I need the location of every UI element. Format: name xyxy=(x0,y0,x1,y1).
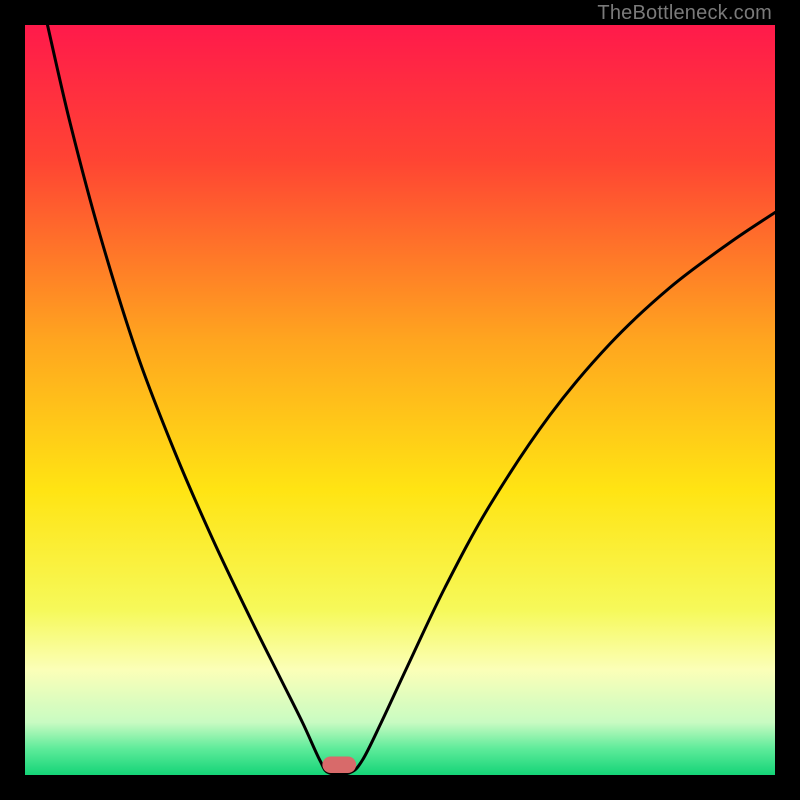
bottleneck-chart xyxy=(25,25,775,775)
optimum-marker xyxy=(322,757,356,774)
watermark-text: TheBottleneck.com xyxy=(597,2,772,25)
chart-background xyxy=(25,25,775,775)
